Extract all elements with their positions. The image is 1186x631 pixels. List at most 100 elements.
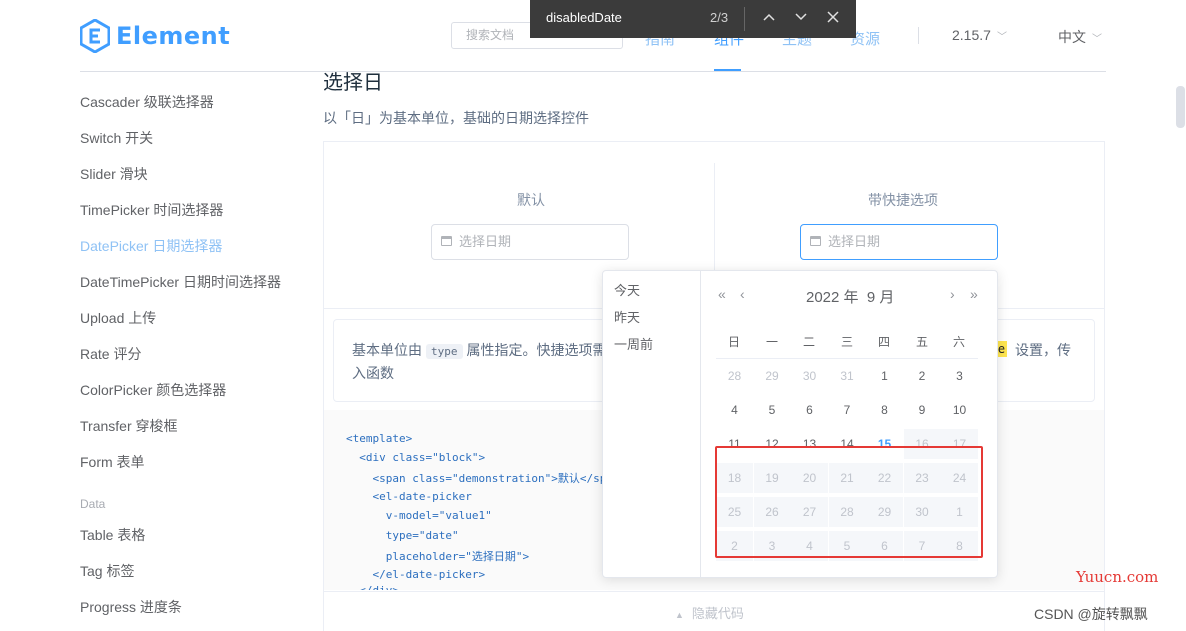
chevron-down-icon	[795, 13, 807, 21]
find-prev-button[interactable]	[759, 9, 779, 29]
sidebar-item-tag[interactable]: Tag 标签	[80, 561, 134, 581]
shortcut-yesterday[interactable]: 昨天	[614, 307, 640, 326]
double-chevron-left-icon: «	[718, 286, 726, 302]
caret-up-icon: ▲	[675, 610, 684, 620]
hide-code-label: 隐藏代码	[691, 606, 744, 621]
prev-year-button[interactable]: «	[718, 286, 726, 302]
calendar-day[interactable]: 28	[716, 361, 753, 391]
calendar-day[interactable]: 4	[716, 395, 753, 425]
sidebar-item-transfer[interactable]: Transfer 穿梭框	[80, 416, 178, 436]
sidebar-item-form[interactable]: Form 表单	[80, 452, 145, 472]
next-month-button[interactable]: ›	[950, 286, 955, 302]
calendar-day[interactable]: 2	[904, 361, 941, 391]
demo-label-shortcuts: 带快捷选项	[868, 192, 938, 208]
find-next-button[interactable]	[791, 9, 811, 29]
chevron-down-icon: ﹀	[996, 32, 1007, 43]
language-label: 中文	[1058, 29, 1086, 45]
code-line: <el-date-picker	[346, 490, 472, 503]
sidebar-item-datepicker[interactable]: DatePicker 日期选择器	[80, 236, 222, 256]
sidebar-item-slider[interactable]: Slider 滑块	[80, 164, 148, 184]
weekday-header: 六	[952, 335, 965, 349]
sidebar-item-upload[interactable]: Upload 上传	[80, 308, 156, 328]
calendar-day[interactable]: 7	[829, 395, 866, 425]
sidebar-group-data: Data	[80, 497, 106, 511]
next-year-button[interactable]: »	[970, 286, 978, 302]
annotation-highlight-box	[715, 446, 983, 558]
find-divider	[744, 7, 745, 31]
code-line: <div class="block">	[346, 451, 486, 464]
tip-text: 基本单位由 type 属性指定。快捷选项需配置	[352, 340, 635, 360]
code-line: placeholder="选择日期">	[346, 550, 530, 563]
demo-label-default: 默认	[517, 192, 545, 208]
calendar-day[interactable]: 10	[941, 395, 978, 425]
calendar-day[interactable]: 31	[829, 361, 866, 391]
calendar-day[interactable]: 5	[754, 395, 791, 425]
find-bar: disabledDate 2/3	[530, 0, 856, 38]
find-close-button[interactable]	[823, 9, 843, 29]
tip-line-2: 入函数	[352, 365, 394, 381]
chevron-down-icon: ﹀	[1092, 34, 1102, 45]
code-line: <template>	[346, 432, 413, 445]
date-input-default[interactable]: 选择日期	[431, 224, 629, 260]
calendar-icon	[810, 236, 821, 246]
watermark-author: CSDN @旋转飘飘	[1034, 606, 1148, 622]
weekday-header: 五	[915, 335, 928, 349]
element-logo[interactable]: Element	[80, 18, 230, 54]
date-input-placeholder: 选择日期	[459, 234, 512, 249]
sidebar-item-datetimepicker[interactable]: DateTimePicker 日期时间选择器	[80, 272, 281, 292]
weekday-header: 四	[877, 335, 890, 349]
calendar-day[interactable]: 6	[791, 395, 828, 425]
header-year[interactable]: 2022 年	[806, 289, 859, 306]
sidebar-item-table[interactable]: Table 表格	[80, 525, 145, 545]
sidebar-item-colorpicker[interactable]: ColorPicker 颜色选择器	[80, 380, 226, 400]
find-count: 2/3	[710, 10, 729, 25]
language-select[interactable]: 中文 ﹀	[1058, 27, 1102, 47]
calendar-day[interactable]: 8	[866, 395, 903, 425]
tip-tail: 设置，传	[1015, 342, 1071, 358]
sidebar-item-switch[interactable]: Switch 开关	[80, 128, 153, 148]
watermark-site: Yuucn.com	[1076, 568, 1159, 586]
version-label: 2.15.7	[952, 27, 991, 43]
calendar-day[interactable]: 29	[754, 361, 791, 391]
weekday-divider	[716, 358, 978, 359]
chevron-left-icon: ‹	[740, 286, 745, 302]
version-select[interactable]: 2.15.7 ﹀	[952, 27, 1007, 43]
weekday-header: 一	[765, 335, 778, 349]
find-query[interactable]: disabledDate	[546, 10, 622, 25]
chevron-up-icon	[763, 13, 775, 21]
code-line: </div>	[346, 584, 399, 590]
close-icon	[827, 11, 839, 23]
prev-month-button[interactable]: ‹	[740, 286, 745, 302]
shortcut-today[interactable]: 今天	[614, 280, 640, 299]
header-divider	[918, 27, 919, 44]
hide-code-button[interactable]: ▲ 隐藏代码	[675, 603, 744, 622]
calendar-day[interactable]: 3	[941, 361, 978, 391]
sidebar-item-timepicker[interactable]: TimePicker 时间选择器	[80, 200, 223, 220]
section-description: 以「日」为基本单位，基础的日期选择控件	[323, 110, 589, 126]
scrollbar-thumb[interactable]	[1176, 86, 1185, 128]
code-line: type="date"	[346, 529, 459, 542]
double-chevron-right-icon: »	[970, 286, 978, 302]
date-input-placeholder: 选择日期	[828, 234, 881, 249]
code-line: <span class="demonstration">默认</span>	[346, 472, 627, 485]
calendar-day[interactable]: 9	[904, 395, 941, 425]
weekday-header: 二	[802, 335, 815, 349]
header-month[interactable]: 9 月	[867, 289, 895, 306]
sidebar-item-rate[interactable]: Rate 评分	[80, 344, 141, 364]
chevron-right-icon: ›	[950, 286, 955, 302]
tip-code-type: type	[426, 344, 463, 359]
calendar-header: 2022 年 9 月	[806, 286, 894, 307]
calendar-day[interactable]: 30	[791, 361, 828, 391]
shortcut-week-ago[interactable]: 一周前	[614, 334, 653, 353]
header-divider-line	[80, 71, 1106, 72]
calendar-day[interactable]: 1	[866, 361, 903, 391]
weekday-header: 日	[727, 335, 740, 349]
section-title: 选择日	[323, 72, 383, 94]
calendar-icon	[441, 236, 452, 246]
date-input-shortcuts[interactable]: 选择日期	[800, 224, 998, 260]
logo-text: Element	[116, 22, 231, 50]
sidebar-item-progress[interactable]: Progress 进度条	[80, 597, 182, 617]
tip-prefix: 基本单位由	[352, 342, 422, 358]
code-line: v-model="value1"	[346, 509, 492, 522]
sidebar-item-cascader[interactable]: Cascader 级联选择器	[80, 92, 214, 112]
